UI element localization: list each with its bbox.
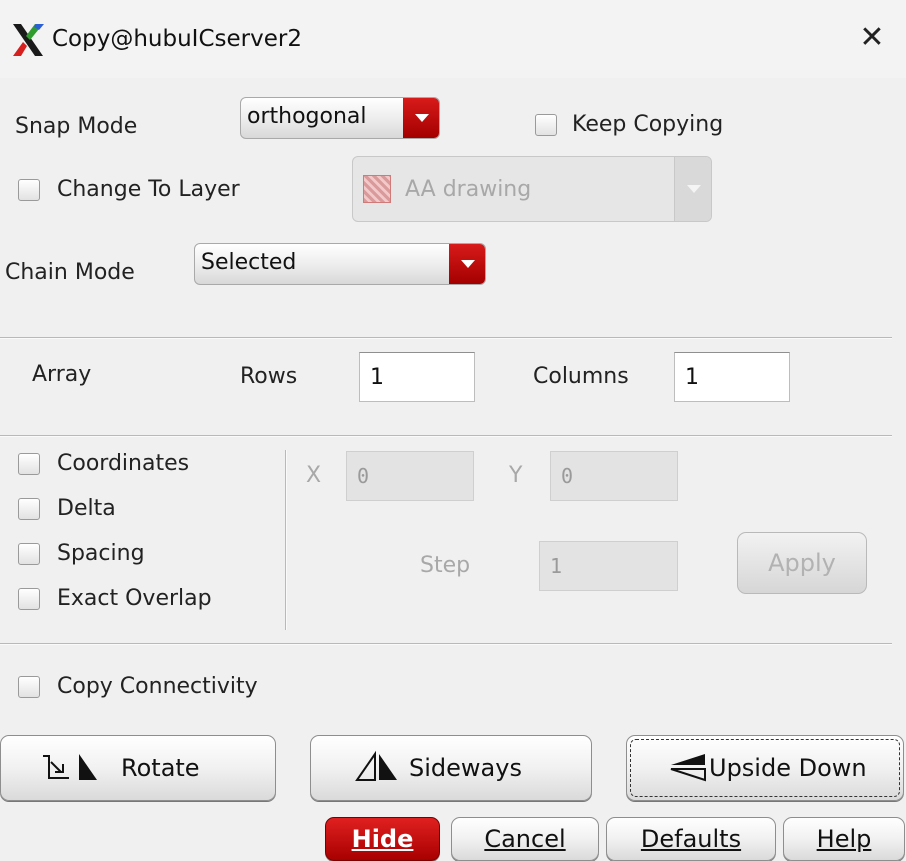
- keep-copying-label: Keep Copying: [572, 112, 724, 137]
- exact-overlap-label: Exact Overlap: [57, 586, 212, 611]
- x-input[interactable]: 0: [346, 451, 474, 501]
- chain-mode-combo[interactable]: Selected: [194, 243, 486, 285]
- rows-label: Rows: [240, 364, 298, 389]
- separator: [0, 643, 892, 645]
- step-input[interactable]: 1: [539, 541, 678, 591]
- layer-pattern-icon: [363, 175, 391, 203]
- vertical-separator: [285, 450, 287, 630]
- help-label: Help: [816, 825, 872, 853]
- keep-copying-checkbox[interactable]: [535, 114, 557, 136]
- layer-value: AA drawing: [405, 177, 532, 202]
- upside-down-icon: [670, 754, 706, 782]
- cancel-button[interactable]: Cancel: [451, 817, 599, 861]
- y-label: Y: [509, 463, 523, 488]
- rotate-button[interactable]: Rotate: [0, 735, 276, 801]
- chevron-down-icon: [403, 98, 439, 138]
- window-title: Copy@hubuICserver2: [52, 26, 302, 52]
- sideways-label: Sideways: [409, 754, 522, 782]
- apply-label: Apply: [768, 549, 836, 577]
- change-to-layer-label: Change To Layer: [57, 177, 240, 202]
- hide-label: Hide: [351, 825, 414, 853]
- y-input[interactable]: 0: [550, 451, 678, 501]
- copy-connectivity-label: Copy Connectivity: [57, 674, 258, 699]
- title-bar: Copy@hubuICserver2 ✕: [0, 0, 906, 78]
- hide-button[interactable]: Hide: [325, 817, 440, 861]
- delta-checkbox[interactable]: [18, 498, 40, 520]
- apply-button[interactable]: Apply: [737, 532, 867, 594]
- snap-mode-label: Snap Mode: [15, 114, 138, 139]
- upside-down-label: Upside Down: [709, 754, 867, 782]
- sideways-button[interactable]: Sideways: [310, 735, 592, 801]
- defaults-label: Defaults: [640, 825, 742, 853]
- x11-icon: [13, 24, 44, 56]
- rows-input[interactable]: 1: [359, 352, 475, 402]
- spacing-checkbox[interactable]: [18, 543, 40, 565]
- columns-input[interactable]: 1: [674, 352, 790, 402]
- help-button[interactable]: Help: [783, 817, 905, 861]
- defaults-button[interactable]: Defaults: [606, 817, 776, 861]
- layer-combo[interactable]: AA drawing: [352, 156, 712, 222]
- exact-overlap-checkbox[interactable]: [18, 588, 40, 610]
- rotate-icon: [43, 754, 97, 780]
- snap-mode-combo[interactable]: orthogonal: [240, 97, 440, 139]
- x-label: X: [306, 463, 322, 488]
- separator: [0, 337, 892, 339]
- change-to-layer-checkbox[interactable]: [18, 179, 40, 201]
- chain-mode-label: Chain Mode: [5, 260, 135, 285]
- sideways-icon: [355, 750, 397, 781]
- coordinates-label: Coordinates: [57, 451, 190, 476]
- snap-mode-value: orthogonal: [247, 104, 367, 129]
- upside-down-button[interactable]: Upside Down: [626, 735, 904, 801]
- separator: [0, 435, 892, 437]
- delta-label: Delta: [57, 496, 116, 521]
- step-label: Step: [420, 553, 471, 578]
- cancel-label: Cancel: [484, 825, 566, 853]
- close-icon[interactable]: ✕: [854, 20, 890, 56]
- array-label: Array: [32, 362, 92, 387]
- chain-mode-value: Selected: [201, 250, 297, 275]
- columns-label: Columns: [533, 364, 629, 389]
- spacing-label: Spacing: [57, 541, 145, 566]
- chevron-down-icon: [449, 244, 485, 284]
- chevron-down-icon: [674, 157, 711, 221]
- coordinates-checkbox[interactable]: [18, 453, 40, 475]
- copy-connectivity-checkbox[interactable]: [18, 676, 40, 698]
- rotate-label: Rotate: [121, 754, 200, 782]
